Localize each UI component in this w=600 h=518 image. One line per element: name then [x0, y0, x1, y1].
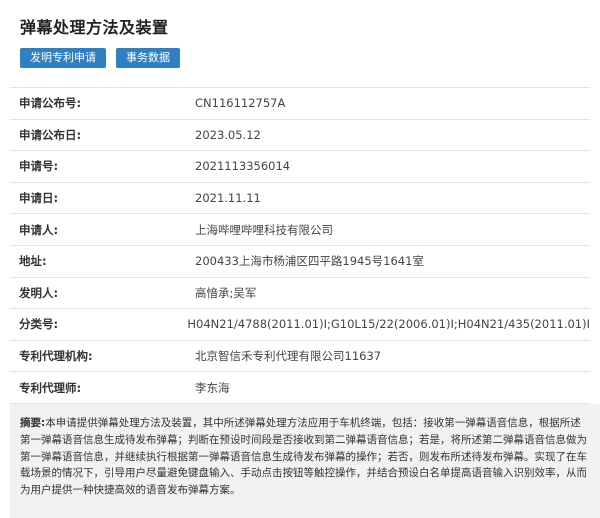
field-patent-agent: 专利代理师: 李东海 — [10, 372, 590, 404]
field-label: 专利代理师: — [19, 380, 82, 395]
field-value: 北京智信禾专利代理有限公司11637 — [195, 349, 382, 364]
field-label: 申请日: — [19, 191, 59, 206]
field-applicant: 申请人: 上海哔哩哔哩科技有限公司 — [10, 214, 590, 246]
field-inventor: 发明人: 高愔承;吴军 — [10, 278, 590, 310]
field-label: 专利代理机构: — [19, 349, 93, 364]
field-label: 地址: — [19, 254, 47, 269]
field-patent-agency: 专利代理机构: 北京智信禾专利代理有限公司11637 — [10, 341, 590, 373]
field-application-date: 申请日: 2021.11.11 — [10, 183, 590, 215]
field-label: 申请号: — [19, 159, 59, 174]
field-label: 发明人: — [19, 285, 59, 300]
field-label: 申请人: — [19, 222, 59, 237]
field-application-number: 申请号: 2021113356014 — [10, 151, 590, 183]
field-publication-date: 申请公布日: 2023.05.12 — [10, 120, 590, 152]
field-label: 分类号: — [19, 317, 59, 332]
tag-transaction-data[interactable]: 事务数据 — [116, 48, 180, 68]
patent-info-table: 申请公布号: CN116112757A 申请公布日: 2023.05.12 申请… — [10, 87, 590, 404]
field-label: 申请公布号: — [19, 96, 82, 111]
field-value: 2023.05.12 — [195, 127, 261, 142]
abstract-text: 本申请提供弹幕处理方法及装置，其中所述弹幕处理方法应用于车机终端，包括：接收第一… — [20, 417, 587, 497]
field-value: 上海哔哩哔哩科技有限公司 — [195, 222, 333, 237]
field-label: 申请公布日: — [19, 127, 82, 142]
field-value: 高愔承;吴军 — [195, 285, 257, 300]
field-classification: 分类号: H04N21/4788(2011.01)I;G10L15/22(200… — [10, 309, 590, 341]
field-value: 2021113356014 — [195, 159, 291, 174]
field-address: 地址: 200433上海市杨浦区四平路1945号1641室 — [10, 246, 590, 278]
field-value: 李东海 — [195, 380, 230, 395]
abstract-section: 摘要:本申请提供弹幕处理方法及装置，其中所述弹幕处理方法应用于车机终端，包括：接… — [10, 404, 600, 518]
field-value: CN116112757A — [195, 96, 286, 111]
field-value: 200433上海市杨浦区四平路1945号1641室 — [195, 254, 424, 269]
page-title: 弹幕处理方法及装置 — [20, 18, 169, 37]
field-publication-number: 申请公布号: CN116112757A — [10, 88, 590, 120]
tag-invention-application[interactable]: 发明专利申请 — [20, 48, 106, 68]
field-value: 2021.11.11 — [195, 191, 261, 206]
field-value: H04N21/4788(2011.01)I;G10L15/22(2006.01)… — [187, 317, 590, 332]
tag-group: 发明专利申请 事务数据 — [20, 48, 180, 68]
abstract-label: 摘要: — [20, 417, 46, 429]
